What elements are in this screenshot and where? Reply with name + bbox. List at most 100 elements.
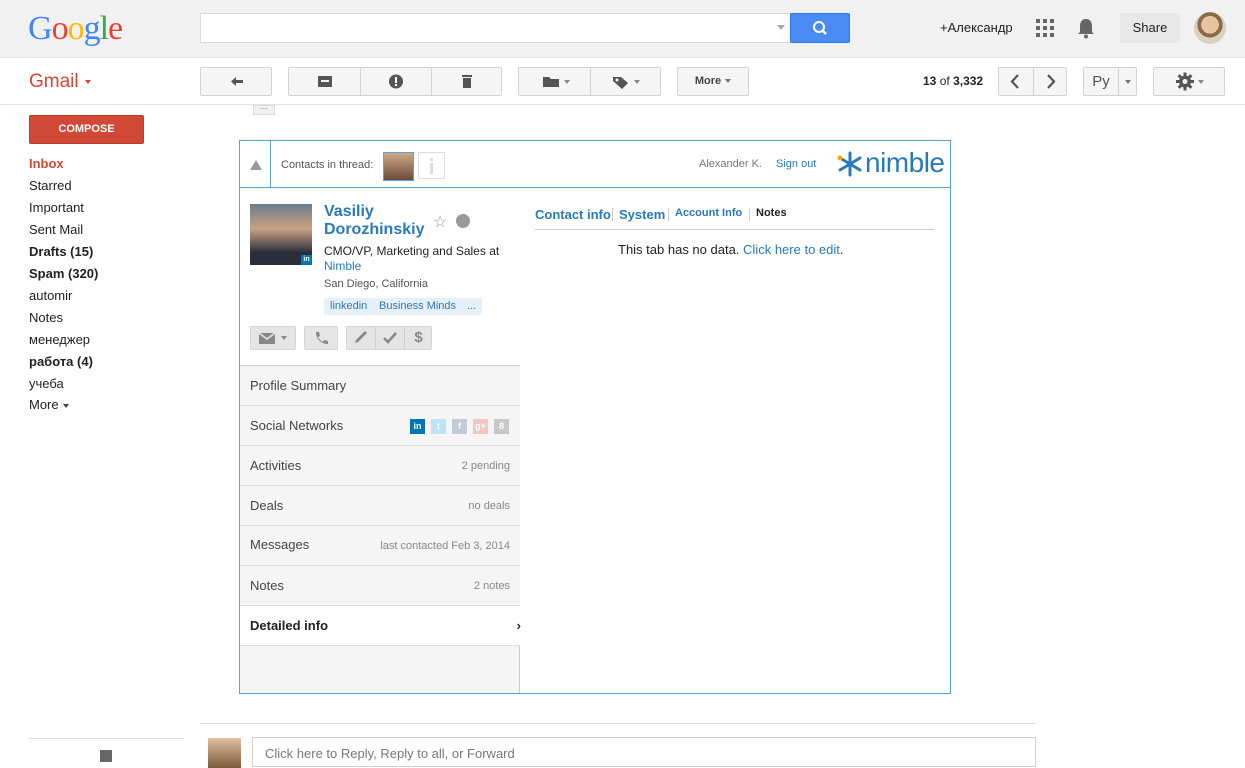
page-of: of bbox=[939, 74, 950, 88]
foursquare-icon[interactable]: 8 bbox=[494, 419, 509, 434]
sidebar-item-important[interactable]: Important bbox=[29, 200, 84, 215]
section-detailed-info[interactable]: Detailed info › bbox=[240, 606, 521, 646]
sidebar-item-study[interactable]: учеба bbox=[29, 376, 64, 391]
twitter-icon[interactable]: t bbox=[431, 419, 446, 434]
show-trimmed-content-button[interactable]: ··· bbox=[253, 105, 275, 115]
collapse-button[interactable] bbox=[240, 141, 271, 188]
back-arrow-icon bbox=[231, 77, 243, 86]
add-task-button[interactable] bbox=[376, 327, 404, 349]
account-avatar[interactable] bbox=[1194, 12, 1226, 44]
sidebar-item-starred[interactable]: Starred bbox=[29, 178, 72, 193]
labels-button[interactable] bbox=[591, 68, 661, 95]
call-button[interactable] bbox=[304, 326, 338, 350]
section-profile-summary[interactable]: Profile Summary bbox=[240, 366, 520, 406]
archive-button[interactable] bbox=[289, 68, 360, 95]
more-actions-button[interactable]: More bbox=[677, 67, 749, 96]
report-spam-button[interactable] bbox=[361, 68, 431, 95]
edit-link[interactable]: Click here to edit bbox=[743, 242, 840, 257]
older-button[interactable] bbox=[1034, 68, 1067, 95]
search-options-caret-icon[interactable] bbox=[777, 25, 785, 30]
nimble-logo[interactable]: nimble bbox=[835, 147, 945, 179]
linkedin-icon[interactable]: in bbox=[410, 419, 425, 434]
chevron-down-icon bbox=[725, 79, 732, 84]
hangouts-icon[interactable] bbox=[100, 750, 112, 762]
search-input[interactable] bbox=[200, 13, 791, 43]
sidebar-item-automir[interactable]: automir bbox=[29, 288, 72, 303]
tag-more[interactable]: ... bbox=[461, 298, 483, 315]
sidebar-item-drafts[interactable]: Drafts (15) bbox=[29, 244, 93, 259]
input-language-dropdown[interactable] bbox=[1119, 68, 1137, 95]
share-button[interactable]: Share bbox=[1120, 13, 1180, 43]
edit-button[interactable] bbox=[347, 327, 375, 349]
email-button[interactable] bbox=[250, 326, 296, 350]
contact-photo[interactable]: in bbox=[250, 204, 312, 265]
gmail-menu-caret-icon[interactable] bbox=[85, 80, 91, 84]
section-label: Deals bbox=[250, 498, 284, 513]
settings-button[interactable] bbox=[1153, 67, 1225, 96]
clock-icon[interactable] bbox=[456, 214, 470, 228]
sign-out-link[interactable]: Sign out bbox=[776, 158, 816, 170]
top-bar: Google +Александр Share bbox=[0, 0, 1245, 58]
page-current: 13 bbox=[923, 74, 937, 88]
google-logo[interactable]: Google bbox=[28, 10, 123, 48]
gmail-menu[interactable]: Gmail bbox=[29, 71, 79, 93]
move-to-button[interactable] bbox=[519, 68, 590, 95]
sidebar-item-spam[interactable]: Spam (320) bbox=[29, 266, 98, 281]
newer-button[interactable] bbox=[999, 68, 1033, 95]
sidebar-item-manager[interactable]: менеджер bbox=[29, 332, 90, 347]
search-button[interactable] bbox=[790, 13, 850, 43]
sidebar-item-inbox[interactable]: Inbox bbox=[29, 156, 64, 171]
info-icon[interactable] bbox=[418, 152, 445, 179]
thread-contact-avatar[interactable] bbox=[383, 152, 414, 181]
edit-suffix: . bbox=[839, 242, 844, 257]
delete-button[interactable] bbox=[432, 68, 502, 95]
star-icon[interactable]: ☆ bbox=[433, 212, 447, 232]
spam-alert-icon bbox=[389, 74, 403, 89]
section-label: Messages bbox=[250, 537, 310, 552]
reply-placeholder: Click here to Reply, Reply to all, or Fo… bbox=[265, 746, 515, 761]
section-label: Profile Summary bbox=[250, 378, 347, 393]
logo-letter: e bbox=[108, 10, 123, 47]
tab-notes[interactable]: Notes bbox=[756, 207, 787, 219]
section-label: Detailed info bbox=[250, 618, 329, 633]
chevron-left-icon bbox=[1010, 74, 1019, 89]
folder-icon bbox=[543, 77, 570, 87]
section-messages[interactable]: Messages last contacted Feb 3, 2014 bbox=[240, 526, 520, 566]
tag-business-minds[interactable]: Business Minds bbox=[373, 298, 463, 315]
apps-grid-icon[interactable] bbox=[1036, 19, 1054, 37]
sidebar-item-sent-mail[interactable]: Sent Mail bbox=[29, 222, 83, 237]
section-label: Notes bbox=[250, 578, 284, 593]
pencil-icon bbox=[355, 331, 367, 343]
sidebar-item-notes[interactable]: Notes bbox=[29, 310, 63, 325]
facebook-icon[interactable]: f bbox=[452, 419, 467, 434]
section-social-networks[interactable]: Social Networks in t f g+ 8 bbox=[240, 406, 520, 446]
tag-linkedin[interactable]: linkedin bbox=[324, 298, 374, 315]
contact-company-link[interactable]: Nimble bbox=[324, 259, 361, 273]
google-plus-icon[interactable]: g+ bbox=[473, 419, 488, 434]
no-data-message: This tab has no data. Click here to edit… bbox=[618, 242, 844, 257]
tab-system[interactable]: System bbox=[619, 207, 665, 222]
tabs-underline bbox=[535, 229, 934, 230]
chevron-down-icon bbox=[1125, 80, 1131, 84]
sidebar-item-work[interactable]: работа (4) bbox=[29, 354, 93, 369]
tab-contact-info[interactable]: Contact info bbox=[535, 207, 611, 222]
section-activities[interactable]: Activities 2 pending bbox=[240, 446, 520, 486]
reply-input[interactable]: Click here to Reply, Reply to all, or Fo… bbox=[252, 737, 1036, 767]
user-name-link[interactable]: +Александр bbox=[940, 20, 1013, 35]
add-deal-button[interactable]: $ bbox=[405, 327, 432, 349]
contact-name[interactable]: Vasiliy Dorozhinskiy bbox=[324, 203, 434, 239]
tab-account-info[interactable]: Account Info bbox=[675, 207, 742, 219]
logo-letter: G bbox=[28, 10, 53, 47]
contacts-in-thread-label: Contacts in thread: bbox=[281, 159, 374, 171]
section-deals[interactable]: Deals no deals bbox=[240, 486, 520, 526]
section-notes[interactable]: Notes 2 notes bbox=[240, 566, 520, 606]
compose-button[interactable]: COMPOSE bbox=[29, 115, 144, 144]
notifications-bell-icon[interactable] bbox=[1076, 17, 1096, 39]
input-language-button[interactable]: Ру bbox=[1084, 68, 1118, 95]
nimble-header: Contacts in thread: Alexander K. Sign ou… bbox=[240, 141, 950, 188]
logo-letter: o bbox=[67, 10, 85, 47]
back-button[interactable] bbox=[200, 67, 272, 96]
pagination-count: 13 of 3,332 bbox=[923, 74, 983, 88]
section-label: Activities bbox=[250, 458, 302, 473]
sidebar-item-more[interactable]: More bbox=[29, 397, 69, 412]
